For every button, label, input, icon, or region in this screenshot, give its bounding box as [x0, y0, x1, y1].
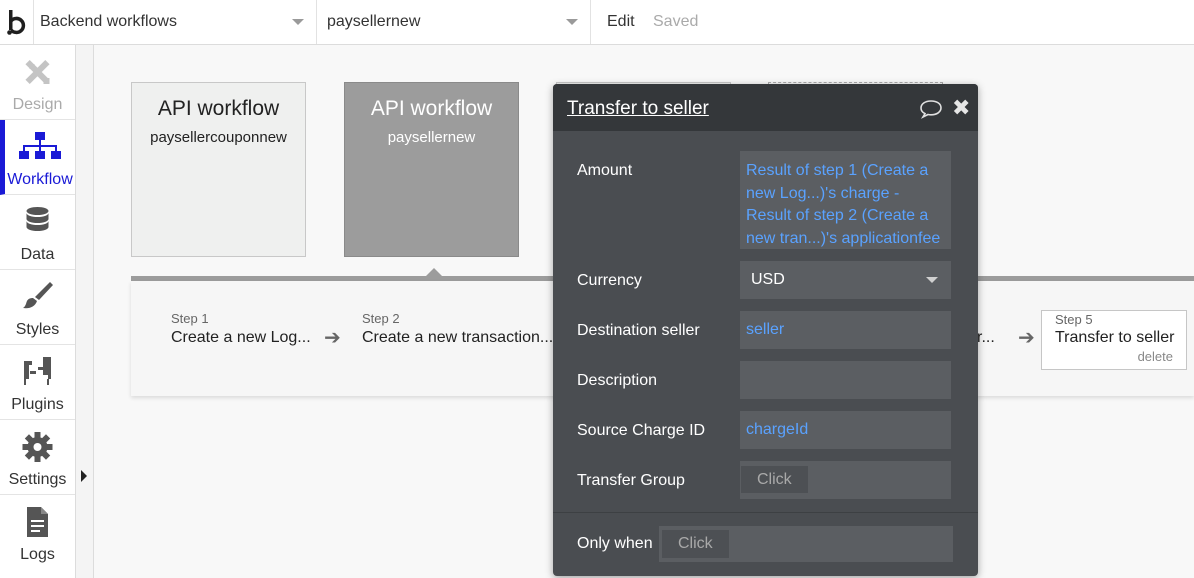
- currency-dropdown[interactable]: USD: [740, 261, 951, 299]
- chevron-down-icon: [292, 19, 304, 25]
- sidebar-item-label: Data: [20, 246, 55, 263]
- close-icon[interactable]: ✖: [952, 97, 970, 119]
- sidebar-item-workflow[interactable]: Workflow: [0, 120, 75, 195]
- top-bar: Backend workflows paysellernew Edit Save…: [0, 0, 1194, 45]
- editor-divider: [553, 512, 978, 513]
- sidebar-item-settings[interactable]: Settings: [0, 420, 75, 495]
- delete-step-link[interactable]: delete: [1138, 349, 1173, 364]
- arrow-right-icon: ➔: [1018, 327, 1035, 349]
- page-selector-value: Backend workflows: [40, 13, 177, 30]
- sidebar-item-label: Logs: [20, 546, 55, 563]
- currency-value: USD: [751, 271, 785, 288]
- description-label: Description: [577, 372, 658, 389]
- amount-label: Amount: [577, 162, 633, 179]
- workflow-card-title: API workflow: [370, 97, 493, 120]
- api-workflow-card-selected[interactable]: API workflow paysellernew: [344, 82, 519, 257]
- workflow-icon: [19, 132, 61, 159]
- only-when-field[interactable]: Click: [659, 526, 953, 562]
- plug-icon: [24, 357, 51, 385]
- api-workflow-card[interactable]: API workflow paysellercouponnew: [131, 82, 306, 257]
- description-field[interactable]: [740, 361, 951, 399]
- workflow-card-title: API workflow: [157, 97, 280, 120]
- sidebar-item-data[interactable]: Data: [0, 195, 75, 270]
- gear-icon: [22, 432, 53, 462]
- transfer-group-field[interactable]: Click: [740, 461, 951, 499]
- edit-menu[interactable]: Edit: [607, 13, 635, 31]
- sidebar-item-label: Plugins: [11, 396, 64, 413]
- source-charge-id-field[interactable]: chargeId: [740, 411, 951, 449]
- step-5[interactable]: Step 5 Transfer to seller delete: [1041, 310, 1187, 370]
- transfer-group-click-placeholder[interactable]: Click: [741, 466, 808, 493]
- step-label: Create a new Log...: [171, 329, 311, 346]
- destination-seller-field[interactable]: seller: [740, 311, 951, 349]
- sidebar-item-plugins[interactable]: Plugins: [0, 345, 75, 420]
- only-when-click-placeholder[interactable]: Click: [662, 530, 729, 558]
- step-label: Transfer to seller: [1055, 329, 1175, 346]
- sidebar-item-label: Design: [12, 96, 63, 113]
- workflow-selector-dropdown[interactable]: paysellernew: [317, 0, 591, 44]
- step-label: Create a new transaction...: [362, 329, 554, 346]
- sidebar-collapse-strip[interactable]: [76, 45, 94, 578]
- brush-icon: [23, 282, 53, 309]
- sidebar-item-label: Styles: [15, 321, 60, 338]
- workflow-selector-value: paysellernew: [327, 13, 421, 30]
- transfer-group-label: Transfer Group: [577, 472, 685, 489]
- chevron-down-icon: [926, 277, 938, 283]
- only-when-label: Only when: [577, 535, 653, 552]
- step-4-label-partial[interactable]: r...: [977, 329, 995, 347]
- sidebar-item-styles[interactable]: Styles: [0, 270, 75, 345]
- sidebar-item-label: Workflow: [7, 171, 73, 188]
- sidebar-item-design[interactable]: Design: [0, 45, 75, 120]
- step-number: Step 1: [171, 311, 209, 326]
- expand-arrow-icon[interactable]: [81, 470, 87, 482]
- step-2[interactable]: Step 2 Create a new transaction...: [362, 311, 553, 347]
- comment-icon[interactable]: [919, 99, 943, 119]
- destination-seller-label: Destination seller: [577, 322, 700, 339]
- amount-field[interactable]: Result of step 1 (Create a new Log...)'s…: [740, 151, 951, 249]
- arrow-right-icon: ➔: [324, 327, 341, 349]
- database-icon: [26, 207, 49, 231]
- step-number: Step 2: [362, 311, 400, 326]
- workflow-card-name: paysellernew: [387, 129, 476, 146]
- saved-status: Saved: [653, 13, 699, 30]
- currency-label: Currency: [577, 272, 642, 289]
- source-charge-id-label: Source Charge ID: [577, 422, 706, 439]
- left-sidebar: Design Workflow Data Styles Plugins Sett…: [0, 45, 76, 578]
- property-editor-header[interactable]: Transfer to seller ✖: [553, 84, 978, 131]
- page-selector-dropdown[interactable]: Backend workflows: [33, 0, 317, 44]
- design-icon: [25, 59, 50, 85]
- property-editor-title[interactable]: Transfer to seller: [567, 98, 709, 120]
- step-number: Step 5: [1055, 312, 1093, 327]
- sidebar-item-logs[interactable]: Logs: [0, 495, 75, 570]
- step-1[interactable]: Step 1 Create a new Log...: [171, 311, 311, 347]
- document-icon: [27, 507, 48, 537]
- workflow-card-name: paysellercouponnew: [150, 129, 287, 146]
- bubble-logo-icon[interactable]: [6, 6, 32, 38]
- sidebar-item-label: Settings: [8, 471, 67, 488]
- chevron-down-icon: [566, 19, 578, 25]
- property-editor: Transfer to seller ✖ Amount Result of st…: [553, 84, 978, 576]
